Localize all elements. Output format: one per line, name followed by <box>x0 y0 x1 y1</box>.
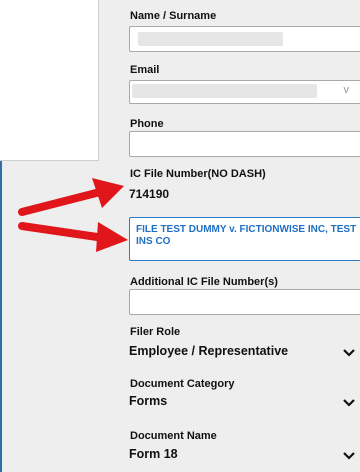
email-field[interactable]: v <box>129 80 360 104</box>
name-field[interactable] <box>129 26 360 52</box>
document-name-select[interactable]: Form 18 <box>123 444 360 466</box>
red-arrow-icon <box>18 222 128 252</box>
phone-label: Phone <box>130 118 164 130</box>
chevron-down-icon <box>343 452 355 460</box>
redacted-value <box>138 32 283 46</box>
form-panel: Name / Surname Email v Phone IC File Num… <box>123 0 360 472</box>
redacted-value <box>132 84 317 98</box>
document-category-select[interactable]: Forms <box>123 391 360 413</box>
document-name-label: Document Name <box>130 430 217 442</box>
filer-role-label: Filer Role <box>130 326 181 338</box>
left-panel <box>0 0 99 161</box>
ic-file-value[interactable]: 714190 <box>129 187 169 201</box>
name-label: Name / Surname <box>130 10 217 22</box>
phone-field[interactable] <box>129 131 360 157</box>
red-arrow-icon <box>18 178 124 216</box>
document-name-value: Form 18 <box>129 447 178 461</box>
ic-file-label: IC File Number(NO DASH) <box>130 168 266 180</box>
additional-ic-field[interactable] <box>129 289 360 315</box>
filer-role-value: Employee / Representative <box>129 344 289 358</box>
additional-ic-label: Additional IC File Number(s) <box>130 276 278 288</box>
chevron-down-icon <box>343 349 355 357</box>
case-title-text: FILE TEST DUMMY v. FICTIONWISE INC, TEST… <box>136 224 357 247</box>
filer-role-select[interactable]: Employee / Representative <box>123 341 360 363</box>
email-partial-text: v <box>343 84 350 96</box>
document-category-label: Document Category <box>130 378 235 390</box>
case-title-box: FILE TEST DUMMY v. FICTIONWISE INC, TEST… <box>129 217 360 261</box>
document-category-value: Forms <box>129 394 168 408</box>
chevron-down-icon <box>343 399 355 407</box>
email-label: Email <box>130 64 160 76</box>
